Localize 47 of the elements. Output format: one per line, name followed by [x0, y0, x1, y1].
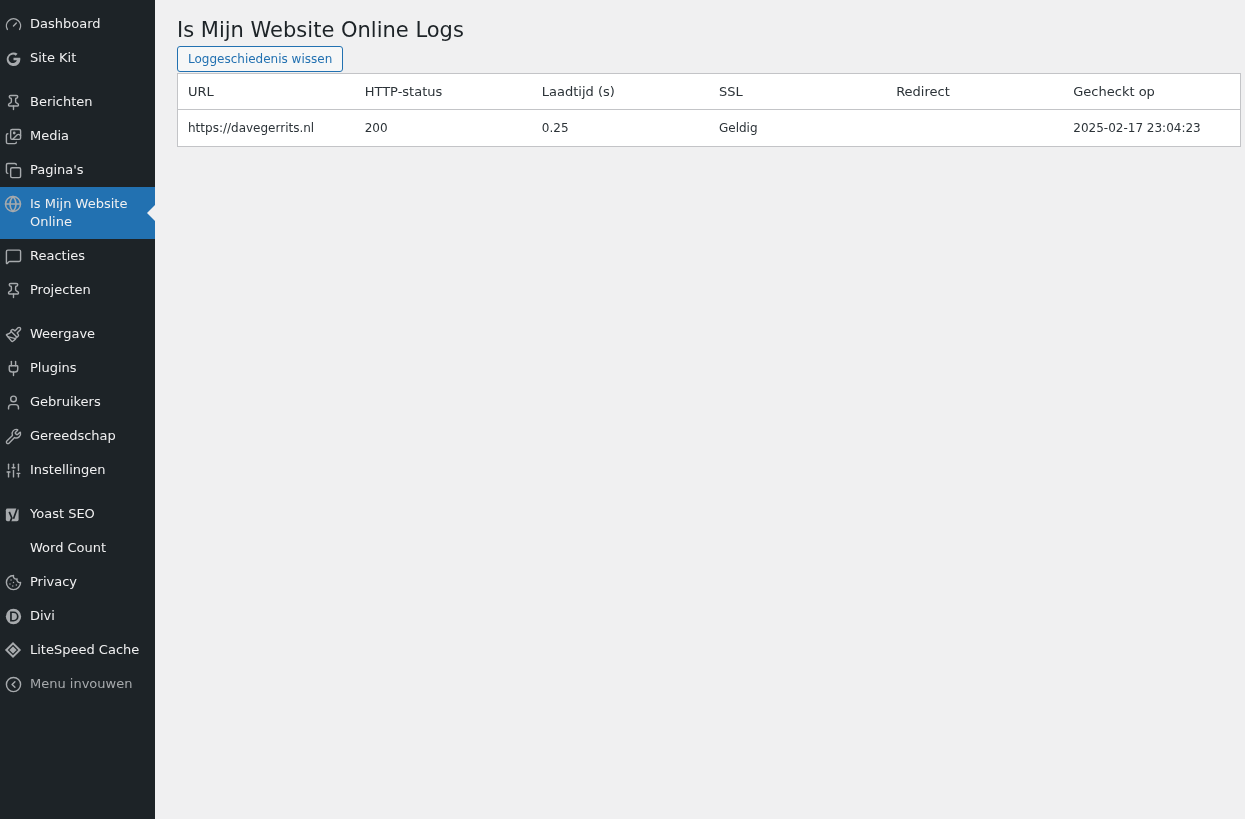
menu-item[interactable]: Site Kit [0, 41, 155, 75]
menu-item[interactable]: Menu invouwen [0, 667, 155, 701]
divi-logo-icon [4, 607, 22, 625]
column-header: SSL [708, 73, 887, 110]
menu-item[interactable]: Word Count [0, 531, 155, 565]
column-header: Redirect [886, 73, 1064, 110]
menu-item[interactable]: Instellingen [0, 453, 155, 487]
collapse-icon [4, 675, 22, 693]
paintbrush-icon [4, 325, 22, 343]
clear-log-button[interactable]: Loggeschiedenis wissen [177, 46, 344, 72]
diamond-icon [4, 641, 22, 659]
menu-item[interactable]: Divi [0, 599, 155, 633]
current-arrow-icon [147, 205, 155, 221]
images-icon [4, 127, 22, 145]
menu-item[interactable]: Gereedschap [0, 419, 155, 453]
page-title: Is Mijn Website Online Logs [177, 18, 465, 42]
column-header: Gecheckt op [1063, 73, 1241, 110]
menu-item[interactable]: LiteSpeed Cache [0, 633, 155, 667]
table-cell: https://davegerrits.nl [177, 109, 355, 147]
table-cell: Geldig [708, 109, 887, 147]
menu-item[interactable]: Weergave [0, 317, 155, 351]
gauge-icon [4, 15, 22, 33]
menu-item[interactable]: Media [0, 119, 155, 153]
menu-item[interactable]: Privacy [0, 565, 155, 599]
letter-g-icon [4, 49, 22, 67]
column-header: HTTP-status [354, 73, 532, 110]
menu-item[interactable]: Is Mijn Website Online [0, 187, 155, 239]
table-cell: 2025-02-17 23:04:23 [1063, 109, 1241, 147]
yoast-logo-icon [4, 505, 22, 523]
menu-item[interactable]: Pagina's [0, 153, 155, 187]
column-header: Laadtijd (s) [531, 73, 709, 110]
menu-item[interactable]: Yoast SEO [0, 497, 155, 531]
menu-item[interactable]: Reacties [0, 239, 155, 273]
globe-icon [4, 195, 22, 213]
pages-icon [4, 161, 22, 179]
menu-item[interactable]: Projecten [0, 273, 155, 307]
menu-item[interactable]: Gebruikers [0, 385, 155, 419]
cookie-icon [4, 573, 22, 591]
menu-item[interactable]: Plugins [0, 351, 155, 385]
menu-item[interactable]: Dashboard [0, 7, 155, 41]
table-cell: 0.25 [531, 109, 709, 147]
comment-icon [4, 247, 22, 265]
wrench-icon [4, 427, 22, 445]
table-cell: 200 [354, 109, 532, 147]
column-header: URL [177, 73, 355, 110]
menu-item[interactable]: Berichten [0, 85, 155, 119]
sliders-icon [4, 461, 22, 479]
